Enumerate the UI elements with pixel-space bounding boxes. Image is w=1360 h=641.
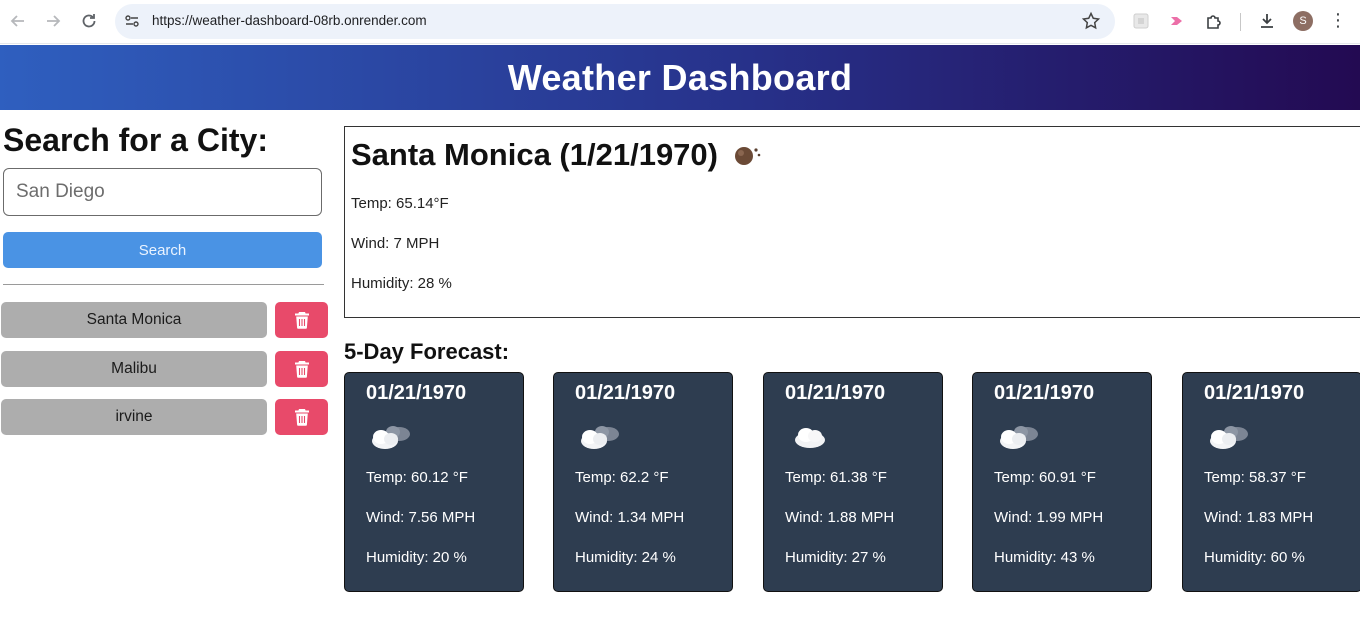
history-row: Malibu [1,351,329,388]
extensions-puzzle-icon[interactable] [1203,10,1225,32]
history-city-button[interactable]: irvine [1,399,267,435]
address-bar[interactable]: https://weather-dashboard-08rb.onrender.… [115,4,1115,39]
forecast-heading: 5-Day Forecast: [344,339,510,364]
back-arrow-icon[interactable] [6,9,30,33]
forecast-card: 01/21/1970 Temp: 61.38 °F Wind: 1.88 MPH… [763,372,943,592]
forecast-date: 01/21/1970 [785,382,886,404]
forecast-humidity: Humidity: 43 % [994,549,1095,566]
forward-arrow-icon[interactable] [41,9,65,33]
current-wind: Wind: 7 MPH [351,235,440,252]
download-icon[interactable] [1256,10,1278,32]
forecast-temp: Temp: 58.37 °F [1204,469,1306,486]
forecast-wind: Wind: 7.56 MPH [366,509,476,526]
history-row: irvine [1,399,329,436]
current-weather-card: Santa Monica (1/21/1970) Temp: 65.14°F W… [344,126,1360,318]
current-city-date: Santa Monica (1/21/1970) [351,137,718,172]
extension-arrow-icon[interactable] [1166,10,1188,32]
forecast-wind: Wind: 1.34 MPH [575,509,685,526]
site-info-icon[interactable] [123,12,141,30]
sidebar-divider [3,284,324,285]
page-title: Weather Dashboard [507,56,853,98]
bookmark-star-icon[interactable] [1081,11,1101,31]
forecast-wind: Wind: 1.99 MPH [994,509,1104,526]
broken-clouds-icon [372,426,410,449]
more-menu-icon[interactable]: ⋮ [1328,10,1348,32]
forecast-humidity: Humidity: 24 % [575,549,676,566]
delete-city-button[interactable] [275,302,328,338]
history-row: Santa Monica [1,302,329,339]
current-humidity: Humidity: 28 % [351,275,452,292]
reload-icon[interactable] [77,9,101,33]
trash-icon [294,312,309,329]
trash-icon [294,361,309,378]
forecast-temp: Temp: 62.2 °F [575,469,669,486]
forecast-temp: Temp: 60.91 °F [994,469,1096,486]
forecast-date: 01/21/1970 [1204,382,1305,404]
current-weather-title: Santa Monica (1/21/1970) [351,137,762,173]
forecast-date: 01/21/1970 [366,382,467,404]
extension-grid-icon[interactable] [1130,10,1152,32]
forecast-date: 01/21/1970 [994,382,1095,404]
profile-avatar[interactable]: S [1293,11,1313,31]
forecast-card: 01/21/1970 Temp: 62.2 °F Wind: 1.34 MPH … [553,372,733,592]
history-city-button[interactable]: Santa Monica [1,302,267,338]
forecast-humidity: Humidity: 27 % [785,549,886,566]
trash-icon [294,409,309,426]
search-button[interactable]: Search [3,232,322,268]
forecast-card: 01/21/1970 Temp: 60.91 °F Wind: 1.99 MPH… [972,372,1152,592]
search-heading: Search for a City: [3,122,268,158]
browser-toolbar: https://weather-dashboard-08rb.onrender.… [0,0,1360,44]
forecast-wind: Wind: 1.83 MPH [1204,509,1314,526]
city-search-input[interactable] [3,168,322,216]
broken-clouds-icon [581,426,619,449]
forecast-temp: Temp: 61.38 °F [785,469,887,486]
forecast-temp: Temp: 60.12 °F [366,469,468,486]
url-text[interactable]: https://weather-dashboard-08rb.onrender.… [152,13,427,28]
broken-clouds-icon [1000,426,1038,449]
forecast-humidity: Humidity: 20 % [366,549,467,566]
forecast-date: 01/21/1970 [575,382,676,404]
forecast-card: 01/21/1970 Temp: 58.37 °F Wind: 1.83 MPH… [1182,372,1360,592]
delete-city-button[interactable] [275,351,328,387]
toolbar-separator [1240,13,1241,31]
forecast-wind: Wind: 1.88 MPH [785,509,895,526]
app-header: Weather Dashboard [0,45,1360,110]
broken-clouds-icon [1210,426,1248,449]
forecast-card: 01/21/1970 Temp: 60.12 °F Wind: 7.56 MPH… [344,372,524,592]
forecast-humidity: Humidity: 60 % [1204,549,1305,566]
haze-icon [735,147,761,165]
delete-city-button[interactable] [275,399,328,435]
cloud-icon [795,428,825,448]
history-city-button[interactable]: Malibu [1,351,267,387]
current-temp: Temp: 65.14°F [351,195,449,212]
